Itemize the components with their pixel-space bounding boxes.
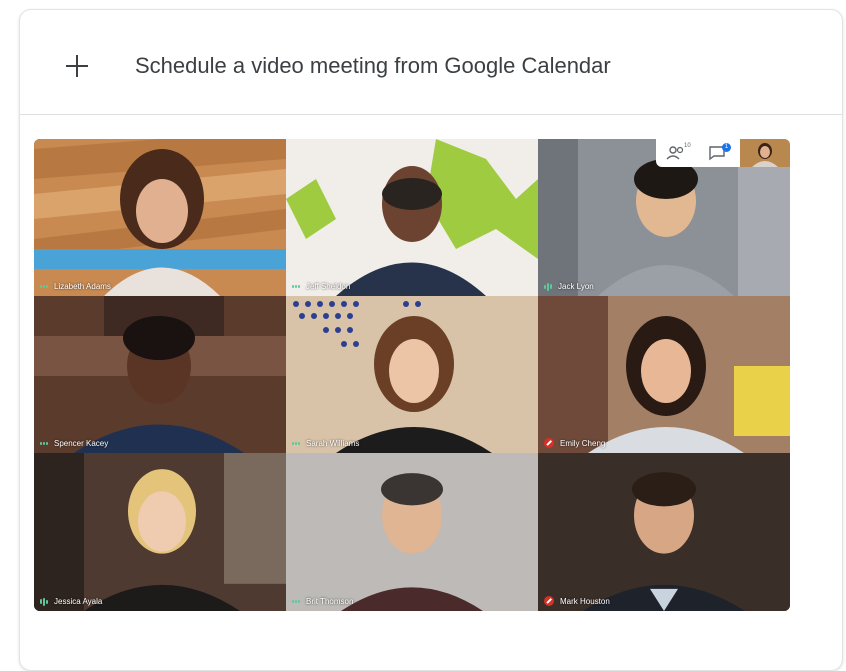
participant-nameplate: Emily Cheng bbox=[544, 438, 605, 448]
video-grid: Lizabeth Adams Jeff Sheldon Jack Lyon 10… bbox=[34, 139, 790, 611]
meeting-controls-bar: 10 1 bbox=[656, 139, 790, 167]
audio-level-icon bbox=[292, 440, 300, 448]
audio-level-icon bbox=[544, 282, 552, 291]
participant-nameplate: Sarah Williams bbox=[292, 439, 359, 448]
self-view-thumbnail[interactable] bbox=[740, 139, 790, 167]
participant-nameplate: Jessica Ayala bbox=[40, 597, 102, 606]
participant-tile[interactable]: Emily Cheng bbox=[538, 296, 790, 453]
participant-nameplate: Brit Thomson bbox=[292, 597, 353, 606]
participant-name: Emily Cheng bbox=[560, 438, 606, 448]
participant-tile[interactable]: Sarah Williams bbox=[286, 296, 538, 453]
participant-name: Sarah Williams bbox=[306, 439, 360, 448]
participant-name: Brit Thomson bbox=[306, 597, 354, 606]
participant-tile[interactable]: Jessica Ayala bbox=[34, 453, 286, 611]
participant-video bbox=[538, 453, 790, 611]
participant-name: Spencer Kacey bbox=[54, 439, 109, 448]
participant-name: Jessica Ayala bbox=[54, 597, 103, 606]
audio-level-icon bbox=[40, 597, 48, 606]
audio-level-icon bbox=[40, 440, 48, 448]
participant-tile[interactable]: Jeff Sheldon bbox=[286, 139, 538, 296]
audio-level-icon bbox=[40, 283, 48, 291]
participant-tile[interactable]: Jack Lyon 10 1 bbox=[538, 139, 790, 296]
participant-video bbox=[538, 296, 790, 453]
chat-badge: 1 bbox=[722, 143, 731, 152]
participant-name: Mark Houston bbox=[560, 596, 610, 606]
audio-level-icon bbox=[292, 598, 300, 606]
mic-off-icon bbox=[544, 438, 554, 448]
participant-video bbox=[286, 296, 538, 453]
participant-name: Lizabeth Adams bbox=[54, 282, 111, 291]
participant-tile[interactable]: Spencer Kacey bbox=[34, 296, 286, 453]
participant-name: Jeff Sheldon bbox=[306, 282, 351, 291]
participant-video bbox=[34, 296, 286, 453]
plus-icon bbox=[66, 55, 88, 77]
participant-nameplate: Lizabeth Adams bbox=[40, 282, 111, 291]
participant-nameplate: Spencer Kacey bbox=[40, 439, 108, 448]
participant-tile[interactable]: Lizabeth Adams bbox=[34, 139, 286, 296]
participant-nameplate: Jack Lyon bbox=[544, 282, 594, 291]
people-count: 10 bbox=[684, 143, 691, 149]
participant-video bbox=[34, 453, 286, 611]
schedule-meeting-label: Schedule a video meeting from Google Cal… bbox=[135, 53, 611, 78]
mic-off-icon bbox=[544, 596, 554, 606]
participant-tile[interactable]: Brit Thomson bbox=[286, 453, 538, 611]
participant-nameplate: Mark Houston bbox=[544, 596, 610, 606]
participant-name: Jack Lyon bbox=[558, 282, 594, 291]
participant-tile[interactable]: Mark Houston bbox=[538, 453, 790, 611]
audio-level-icon bbox=[292, 283, 300, 291]
participant-video bbox=[34, 139, 286, 296]
participant-video bbox=[286, 139, 538, 296]
participant-nameplate: Jeff Sheldon bbox=[292, 282, 350, 291]
people-icon[interactable] bbox=[666, 145, 686, 161]
schedule-meeting-row[interactable]: Schedule a video meeting from Google Cal… bbox=[20, 10, 842, 115]
participant-video bbox=[286, 453, 538, 611]
